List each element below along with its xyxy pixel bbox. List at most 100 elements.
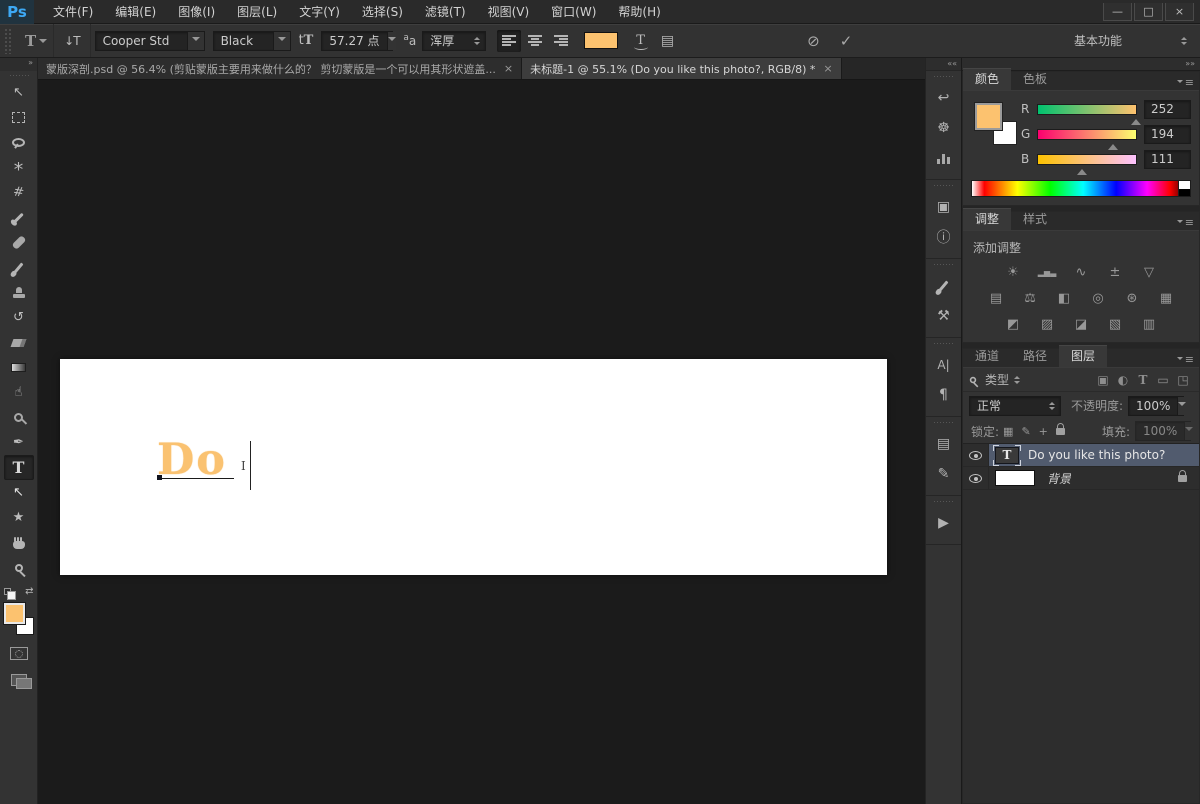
clone-stamp-tool[interactable] bbox=[4, 280, 34, 305]
text-color-swatch[interactable] bbox=[584, 32, 619, 49]
character-panel-icon[interactable]: A| bbox=[930, 353, 958, 377]
spot-healing-tool[interactable] bbox=[4, 230, 34, 255]
font-family-dropdown-button[interactable] bbox=[186, 31, 204, 50]
tab-swatches[interactable]: 色板 bbox=[1011, 68, 1059, 90]
type-tool[interactable]: T bbox=[3, 455, 34, 480]
eyedropper-tool[interactable] bbox=[4, 205, 34, 230]
quick-selection-tool[interactable]: * bbox=[4, 155, 34, 180]
chevron-down-icon[interactable] bbox=[1184, 422, 1194, 440]
vibrance-icon[interactable]: ▽ bbox=[1134, 262, 1164, 282]
align-left-button[interactable] bbox=[497, 29, 522, 52]
channel-mixer-icon[interactable]: ⊛ bbox=[1117, 288, 1147, 308]
histogram-panel-icon[interactable] bbox=[930, 146, 958, 170]
panel-grip[interactable] bbox=[932, 342, 955, 346]
hue-saturation-icon[interactable]: ▤ bbox=[981, 288, 1011, 308]
brush-tool[interactable] bbox=[4, 255, 34, 280]
menu-item[interactable]: 文字(Y) bbox=[288, 0, 351, 24]
info-panel-icon[interactable]: ⓘ bbox=[930, 225, 958, 249]
screen-mode-button[interactable] bbox=[10, 674, 32, 689]
gradient-map-icon[interactable]: ▧ bbox=[1100, 314, 1130, 334]
background-layer-thumbnail[interactable] bbox=[995, 470, 1035, 486]
toolbar-collapse-button[interactable]: » bbox=[0, 58, 37, 71]
layer-name[interactable]: 背景 bbox=[1047, 470, 1071, 487]
lock-transparency-icon[interactable]: ▦ bbox=[1003, 425, 1013, 438]
history-brush-tool[interactable]: ↺ bbox=[4, 305, 34, 330]
smudge-tool[interactable]: ☝ bbox=[4, 380, 34, 405]
lock-pixels-icon[interactable]: ✎ bbox=[1021, 425, 1030, 438]
invert-icon[interactable]: ◩ bbox=[998, 314, 1028, 334]
slider-thumb[interactable] bbox=[1131, 114, 1142, 125]
tool-presets-panel-icon[interactable]: ⚒ bbox=[930, 304, 958, 328]
foreground-color-swatch[interactable] bbox=[2, 602, 26, 625]
blue-value-field[interactable]: 111 bbox=[1144, 149, 1191, 169]
layer-row-background[interactable]: 背景 bbox=[963, 467, 1199, 490]
font-style-select[interactable]: Black bbox=[212, 30, 291, 51]
panel-grip[interactable] bbox=[932, 75, 955, 79]
levels-icon[interactable]: ▂▅▃ bbox=[1032, 262, 1062, 282]
navigator-panel-icon[interactable]: ☸ bbox=[930, 116, 958, 140]
font-style-dropdown-button[interactable] bbox=[272, 31, 290, 50]
panel-menu-icon[interactable]: ≡ bbox=[1176, 76, 1194, 89]
photo-filter-icon[interactable]: ◎ bbox=[1083, 288, 1113, 308]
tab-adjustments[interactable]: 调整 bbox=[963, 208, 1012, 230]
green-value-field[interactable]: 194 bbox=[1144, 124, 1191, 144]
path-selection-tool[interactable]: ↖ bbox=[4, 480, 34, 505]
move-tool[interactable]: ↖ bbox=[4, 80, 34, 105]
align-right-button[interactable] bbox=[549, 30, 573, 52]
chevron-down-icon[interactable] bbox=[1177, 396, 1187, 415]
menu-item[interactable]: 帮助(H) bbox=[607, 0, 671, 24]
close-icon[interactable]: × bbox=[504, 62, 513, 75]
menu-item[interactable]: 滤镜(T) bbox=[414, 0, 477, 24]
dodge-tool[interactable] bbox=[4, 405, 34, 430]
workspace-select[interactable]: 基本功能 bbox=[1074, 32, 1192, 49]
gradient-tool[interactable] bbox=[4, 355, 34, 380]
panel-grip[interactable] bbox=[932, 184, 955, 188]
menu-item[interactable]: 编辑(E) bbox=[104, 0, 167, 24]
panel-menu-icon[interactable]: ≡ bbox=[1176, 353, 1194, 366]
anti-alias-select[interactable]: 浑厚 bbox=[422, 30, 487, 51]
document-tab-2[interactable]: 未标题-1 @ 55.1% (Do you like this photo?, … bbox=[522, 58, 842, 79]
font-size-dropdown-button[interactable] bbox=[386, 31, 396, 50]
canvas[interactable]: Do I bbox=[60, 359, 887, 575]
close-button[interactable]: × bbox=[1165, 2, 1194, 21]
threshold-icon[interactable]: ◪ bbox=[1066, 314, 1096, 334]
custom-shape-tool[interactable]: ★ bbox=[4, 505, 34, 530]
font-family-select[interactable]: Cooper Std bbox=[94, 30, 205, 51]
opacity-field[interactable]: 100% bbox=[1128, 395, 1187, 416]
brush-presets-panel-icon[interactable] bbox=[930, 274, 958, 298]
tool-preset-section[interactable]: T bbox=[16, 24, 55, 57]
slider-thumb[interactable] bbox=[1077, 164, 1088, 175]
color-balance-icon[interactable]: ⚖ bbox=[1015, 288, 1045, 308]
filter-shape-layers-icon[interactable]: ▭ bbox=[1153, 373, 1173, 387]
panel-menu-icon[interactable]: ≡ bbox=[1176, 216, 1194, 229]
swap-colors-icon[interactable]: ⇄ bbox=[25, 586, 33, 597]
spinner-icon[interactable] bbox=[1014, 373, 1021, 387]
exposure-icon[interactable]: ± bbox=[1100, 262, 1130, 282]
text-orientation-button[interactable]: ↓T bbox=[54, 24, 91, 57]
paragraph-panel-icon[interactable]: ¶ bbox=[930, 383, 958, 407]
menu-item[interactable]: 文件(F) bbox=[42, 0, 104, 24]
menu-item[interactable]: 选择(S) bbox=[351, 0, 414, 24]
strip-collapse-button[interactable]: «« bbox=[926, 58, 961, 71]
red-value-field[interactable]: 252 bbox=[1144, 99, 1191, 119]
commit-edits-button[interactable]: ✓ bbox=[830, 32, 863, 50]
minimize-button[interactable]: — bbox=[1103, 2, 1132, 21]
marquee-tool[interactable] bbox=[4, 105, 34, 130]
cancel-edits-button[interactable]: ⊘ bbox=[797, 32, 830, 50]
notes-panel-icon[interactable]: ✎ bbox=[930, 462, 958, 486]
menu-item[interactable]: 图像(I) bbox=[167, 0, 226, 24]
hand-tool[interactable] bbox=[4, 530, 34, 555]
foreground-color-swatch[interactable] bbox=[974, 102, 1003, 131]
layer-name[interactable]: Do you like this photo? bbox=[1028, 448, 1165, 462]
fill-field[interactable]: 100% bbox=[1135, 421, 1194, 441]
tab-styles[interactable]: 样式 bbox=[1011, 208, 1059, 230]
color-lookup-icon[interactable]: ▦ bbox=[1151, 288, 1181, 308]
filter-pixel-layers-icon[interactable]: ▣ bbox=[1093, 373, 1113, 387]
warp-text-button[interactable]: T bbox=[628, 33, 653, 50]
history-panel-icon[interactable]: ↩ bbox=[930, 86, 958, 110]
lasso-tool[interactable] bbox=[4, 130, 34, 155]
align-center-button[interactable] bbox=[523, 30, 547, 52]
tab-layers[interactable]: 图层 bbox=[1059, 345, 1108, 367]
spinner-icon[interactable] bbox=[474, 34, 481, 48]
layer-row-text[interactable]: T Do you like this photo? bbox=[963, 444, 1199, 467]
